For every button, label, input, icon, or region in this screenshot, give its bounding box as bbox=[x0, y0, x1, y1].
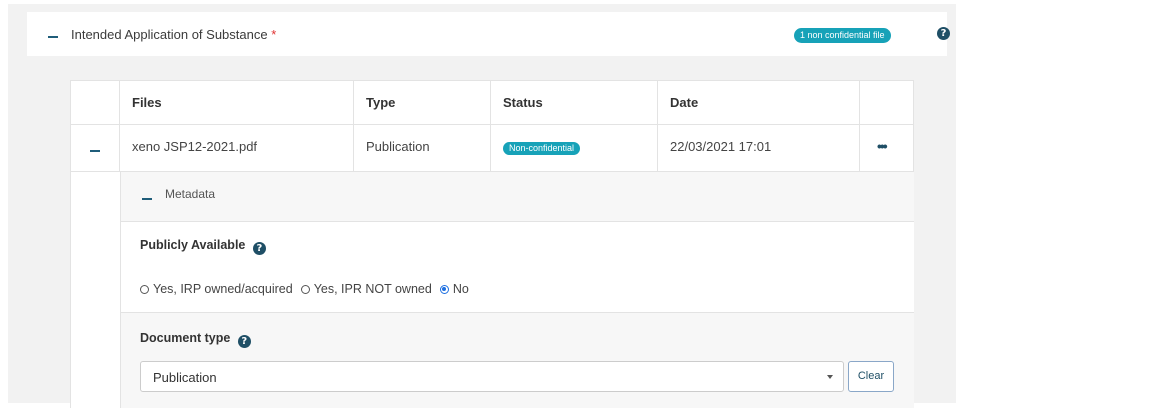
status-badge: Non-confidential bbox=[503, 142, 581, 155]
publicly-available-section: Publicly Available ? Yes, IRP owned/acqu… bbox=[121, 222, 914, 313]
panel-title: Intended Application of Substance * bbox=[71, 27, 277, 42]
radio-button[interactable] bbox=[140, 284, 149, 294]
caret-down-icon[interactable] bbox=[827, 375, 833, 379]
table-header-row: Files Type Status Date bbox=[71, 81, 913, 125]
metadata-header[interactable]: Metadata bbox=[121, 172, 914, 222]
column-header-date[interactable]: Date bbox=[670, 95, 698, 110]
column-divider bbox=[859, 125, 860, 171]
file-date: 22/03/2021 17:01 bbox=[670, 139, 772, 154]
column-divider bbox=[657, 81, 658, 124]
radio-button-selected[interactable] bbox=[439, 284, 449, 294]
document-type-value: Publication bbox=[153, 370, 217, 385]
column-divider bbox=[119, 125, 120, 171]
column-divider bbox=[353, 81, 354, 124]
metadata-block: Metadata Publicly Available ? Yes, IRP o… bbox=[120, 172, 914, 408]
files-table: Files Type Status Date xeno JSP12-2021.p… bbox=[70, 80, 914, 408]
required-marker: * bbox=[271, 27, 277, 42]
radio-option-no[interactable]: No bbox=[439, 282, 469, 296]
collapse-minus-icon[interactable] bbox=[48, 36, 58, 38]
panel-container: Intended Application of Substance * 1 no… bbox=[8, 4, 956, 408]
document-type-select[interactable]: Publication bbox=[140, 361, 844, 392]
radio-button[interactable] bbox=[300, 284, 310, 294]
files-count-badge: 1 non confidential file bbox=[794, 28, 891, 43]
column-divider bbox=[490, 125, 491, 171]
column-divider bbox=[490, 81, 491, 124]
column-divider bbox=[859, 81, 860, 124]
column-divider bbox=[119, 81, 120, 124]
document-type-label: Document type ? bbox=[140, 331, 251, 348]
column-header-type[interactable]: Type bbox=[366, 95, 395, 110]
file-type: Publication bbox=[366, 139, 430, 154]
help-icon[interactable]: ? bbox=[252, 242, 266, 255]
collapse-row-minus-icon[interactable] bbox=[90, 150, 100, 152]
radio-option-ipr-not-owned[interactable]: Yes, IPR NOT owned bbox=[300, 282, 432, 296]
column-header-files[interactable]: Files bbox=[132, 95, 162, 110]
publicly-available-label: Publicly Available ? bbox=[140, 238, 266, 255]
publicly-available-radio-group: Yes, IRP owned/acquired Yes, IPR NOT own… bbox=[140, 282, 477, 296]
help-icon[interactable]: ? bbox=[237, 335, 251, 348]
panel-header[interactable]: Intended Application of Substance * 1 no… bbox=[27, 12, 950, 56]
column-divider bbox=[353, 125, 354, 171]
metadata-collapse-minus-icon[interactable] bbox=[142, 198, 152, 200]
column-header-status[interactable]: Status bbox=[503, 95, 543, 110]
column-divider bbox=[657, 125, 658, 171]
metadata-title: Metadata bbox=[165, 187, 216, 201]
table-row: xeno JSP12-2021.pdf Publication Non-conf… bbox=[71, 125, 913, 172]
radio-option-irp-owned[interactable]: Yes, IRP owned/acquired bbox=[140, 282, 293, 296]
more-actions-icon[interactable]: ••• bbox=[877, 138, 888, 154]
clear-button[interactable]: Clear bbox=[848, 361, 894, 392]
document-type-section: Document type ? Publication Clear bbox=[121, 313, 914, 408]
file-name[interactable]: xeno JSP12-2021.pdf bbox=[132, 139, 257, 154]
help-icon[interactable]: ? bbox=[937, 27, 950, 40]
